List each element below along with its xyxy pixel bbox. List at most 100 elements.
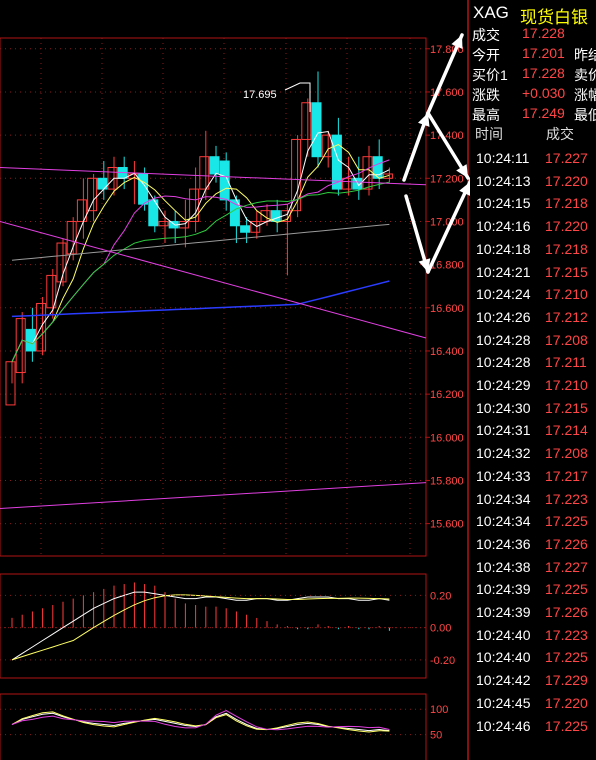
tick-price: 17.225 — [545, 717, 588, 734]
axis-label: 16.400 — [430, 346, 464, 358]
quote-label: 买价1 — [472, 67, 508, 83]
ma-line-blue — [11, 280, 390, 318]
candle-up — [15, 318, 26, 374]
tick-time: 10:24:34 — [476, 490, 531, 507]
tick-time: 10:24:26 — [476, 308, 531, 325]
tick-price: 17.220 — [545, 172, 588, 189]
annotation-arrows — [402, 33, 470, 274]
tick-row: 10:24:40 17.225 — [470, 647, 596, 669]
tick-price: 17.223 — [545, 626, 588, 643]
tick-row: 10:24:29 17.210 — [470, 375, 596, 397]
tick-time: 10:24:28 — [476, 354, 531, 371]
candle-down — [311, 102, 322, 158]
ticks-header-price: 成交 — [546, 126, 574, 142]
kdj-k-line — [11, 712, 390, 732]
ma-line-magenta — [11, 159, 390, 362]
tick-price: 17.210 — [545, 286, 588, 303]
tick-price: 17.229 — [545, 672, 588, 689]
tick-time: 10:24:38 — [476, 558, 531, 575]
quote-row: 今开 17.201 昨结 — [470, 44, 596, 64]
tick-row: 10:24:38 17.227 — [470, 557, 596, 579]
quote-value: 17.249 — [522, 105, 565, 121]
quote-row: 买价1 17.228 卖价1 — [470, 64, 596, 84]
tick-row: 10:24:26 17.212 — [470, 307, 596, 329]
tick-row: 10:24:28 17.211 — [470, 352, 596, 374]
quote-label-secondary: 涨幅 — [574, 87, 596, 103]
tick-price: 17.225 — [545, 581, 588, 598]
tick-time: 10:24:30 — [476, 399, 531, 416]
tick-row: 10:24:21 17.215 — [470, 262, 596, 284]
kdj-j-line — [11, 710, 390, 731]
macd-indicator — [0, 582, 426, 661]
tick-price: 17.220 — [545, 694, 588, 711]
axis-label: 16.200 — [430, 389, 464, 401]
tick-row: 10:24:32 17.208 — [470, 443, 596, 465]
macd-dif-line — [11, 591, 390, 661]
quote-value: 17.228 — [522, 65, 565, 81]
tick-time: 10:24:31 — [476, 422, 531, 439]
tick-time: 10:24:33 — [476, 467, 531, 484]
tick-row: 10:24:42 17.229 — [470, 670, 596, 692]
tick-price: 17.227 — [545, 150, 588, 166]
tick-price: 17.226 — [545, 604, 588, 620]
tick-price: 17.225 — [545, 649, 588, 666]
macd-frame — [0, 573, 427, 679]
tick-row: 10:24:36 17.226 — [470, 534, 596, 556]
tick-row: 10:24:34 17.223 — [470, 489, 596, 511]
tick-time: 10:24:34 — [476, 513, 531, 530]
kdj-axis-label: 50 — [430, 730, 442, 742]
tick-price: 17.208 — [545, 445, 588, 462]
kdj-d-line — [11, 711, 390, 733]
tick-price: 17.215 — [545, 263, 588, 280]
quote-label: 成交 — [472, 27, 500, 43]
tick-time: 10:24:16 — [476, 218, 531, 235]
symbol-code: XAG — [473, 3, 509, 22]
tick-row: 10:24:16 17.220 — [470, 216, 596, 238]
axis-label: 16.600 — [430, 303, 464, 315]
candle-down — [209, 156, 220, 175]
axis-label: 15.600 — [430, 519, 464, 531]
candle-up — [362, 156, 373, 190]
tick-price: 17.218 — [545, 240, 588, 257]
quote-label-secondary: 卖价1 — [574, 67, 596, 83]
tick-price: 17.215 — [545, 399, 588, 416]
tick-row: 10:24:30 17.215 — [470, 398, 596, 420]
tick-price: 17.218 — [545, 195, 588, 212]
kdj-axis-label: 100 — [430, 704, 448, 716]
tick-row: 10:24:39 17.225 — [470, 579, 596, 601]
ticks-header-time: 时间 — [475, 126, 503, 142]
quote-label: 今开 — [472, 47, 500, 63]
tick-price: 17.211 — [545, 354, 587, 371]
candle-up — [56, 242, 67, 283]
candle-down — [240, 225, 251, 233]
tick-row: 10:24:40 17.223 — [470, 625, 596, 647]
tick-row: 10:24:45 17.220 — [470, 693, 596, 715]
tick-row: 10:24:33 17.217 — [470, 466, 596, 488]
trendline-lower — [0, 482, 427, 510]
tick-price: 17.225 — [545, 513, 588, 530]
trendline-falling — [0, 220, 427, 339]
tick-time: 10:24:40 — [476, 626, 531, 643]
tick-time: 10:24:29 — [476, 377, 531, 393]
quote-panel: XAG 现货白银 成交17.228今开17.201昨结买价117.228卖价1涨… — [470, 0, 596, 760]
macd-axis-label: 0.00 — [430, 623, 451, 635]
quote-value: 17.201 — [522, 45, 565, 61]
candle-up — [260, 210, 271, 222]
candle-up — [87, 177, 98, 212]
tick-row: 10:24:11 17.227 — [470, 148, 596, 170]
quote-value: +0.030 — [522, 85, 566, 101]
candle-up — [199, 156, 210, 190]
kline-chart[interactable]: 17.80017.60017.40017.20017.00016.80016.6… — [0, 0, 470, 760]
ma-line-gray — [11, 223, 390, 261]
peak-price-label: 17.695 — [243, 89, 277, 101]
axis-label: 15.800 — [430, 475, 464, 487]
tick-time: 10:24:18 — [476, 240, 531, 257]
axis-label: 16.800 — [430, 260, 464, 272]
tick-price: 17.223 — [545, 490, 588, 507]
quote-label: 涨跌 — [472, 87, 500, 103]
candle-up — [5, 361, 16, 406]
tick-time: 10:24:40 — [476, 649, 531, 666]
tick-time: 10:24:32 — [476, 445, 531, 462]
tick-row: 10:24:24 17.210 — [470, 284, 596, 306]
ma-line-green — [11, 181, 390, 362]
